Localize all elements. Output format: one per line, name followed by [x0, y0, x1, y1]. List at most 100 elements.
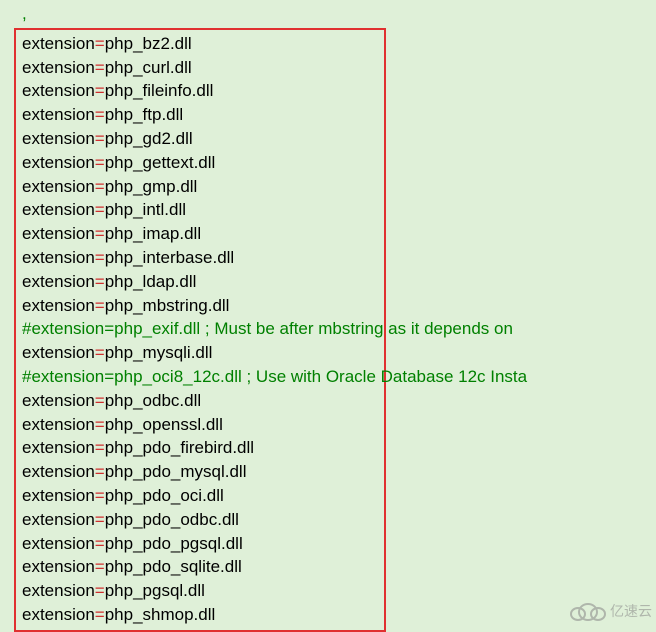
- config-extension-line: extension=php_odbc.dll: [22, 389, 378, 413]
- config-extension-line: extension=php_pgsql.dll: [22, 579, 378, 603]
- equals-sign: =: [95, 391, 105, 410]
- config-key: extension: [22, 58, 95, 77]
- watermark: 亿速云: [570, 601, 652, 623]
- equals-sign: =: [95, 510, 105, 529]
- config-extension-line: extension=php_gettext.dll: [22, 151, 378, 175]
- config-key: extension: [22, 34, 95, 53]
- config-value: php_pdo_mysql.dll: [105, 462, 247, 481]
- comment-text: #extension=php_exif.dll ; Must be after …: [22, 319, 513, 338]
- config-extension-line: extension=php_interbase.dll: [22, 246, 378, 270]
- config-key: extension: [22, 486, 95, 505]
- config-key: extension: [22, 438, 95, 457]
- equals-sign: =: [95, 462, 105, 481]
- config-extension-line: extension=php_pdo_mysql.dll: [22, 460, 378, 484]
- config-value: php_pdo_sqlite.dll: [105, 557, 242, 576]
- config-value: php_shmop.dll: [105, 605, 216, 624]
- config-extension-line: extension=php_bz2.dll: [22, 32, 378, 56]
- config-extension-line: extension=php_pdo_odbc.dll: [22, 508, 378, 532]
- config-value: php_imap.dll: [105, 224, 201, 243]
- config-value: php_intl.dll: [105, 200, 186, 219]
- config-value: php_odbc.dll: [105, 391, 201, 410]
- config-key: extension: [22, 343, 95, 362]
- config-extension-line: extension=php_pdo_pgsql.dll: [22, 532, 378, 556]
- config-value: php_pdo_odbc.dll: [105, 510, 239, 529]
- config-key: extension: [22, 81, 95, 100]
- equals-sign: =: [95, 224, 105, 243]
- equals-sign: =: [95, 486, 105, 505]
- config-value: php_ldap.dll: [105, 272, 197, 291]
- config-key: extension: [22, 462, 95, 481]
- config-key: extension: [22, 581, 95, 600]
- config-value: php_mbstring.dll: [105, 296, 230, 315]
- config-value: php_mysqli.dll: [105, 343, 213, 362]
- equals-sign: =: [95, 58, 105, 77]
- config-extension-line: extension=php_intl.dll: [22, 198, 378, 222]
- equals-sign: =: [95, 605, 105, 624]
- equals-sign: =: [95, 34, 105, 53]
- config-extension-line: extension=php_pdo_firebird.dll: [22, 436, 378, 460]
- config-comment-line: #extension=php_exif.dll ; Must be after …: [22, 317, 378, 341]
- equals-sign: =: [95, 177, 105, 196]
- config-value: php_gd2.dll: [105, 129, 193, 148]
- config-value: php_bz2.dll: [105, 34, 192, 53]
- config-key: extension: [22, 272, 95, 291]
- equals-sign: =: [95, 129, 105, 148]
- config-value: php_curl.dll: [105, 58, 192, 77]
- config-extension-line: extension=php_curl.dll: [22, 56, 378, 80]
- config-key: extension: [22, 224, 95, 243]
- equals-sign: =: [95, 581, 105, 600]
- config-key: extension: [22, 105, 95, 124]
- config-key: extension: [22, 200, 95, 219]
- equals-sign: =: [95, 296, 105, 315]
- config-extension-line: extension=php_shmop.dll: [22, 603, 378, 627]
- config-comment-line: #extension=php_oci8_12c.dll ; Use with O…: [22, 365, 378, 389]
- config-value: php_fileinfo.dll: [105, 81, 214, 100]
- config-value: php_pdo_oci.dll: [105, 486, 224, 505]
- config-value: php_ftp.dll: [105, 105, 183, 124]
- config-extension-line: extension=php_pdo_oci.dll: [22, 484, 378, 508]
- config-extension-line: extension=php_gmp.dll: [22, 175, 378, 199]
- equals-sign: =: [95, 343, 105, 362]
- config-extension-line: extension=php_imap.dll: [22, 222, 378, 246]
- watermark-text: 亿速云: [610, 602, 652, 622]
- config-key: extension: [22, 248, 95, 267]
- config-key: extension: [22, 605, 95, 624]
- equals-sign: =: [95, 534, 105, 553]
- config-extension-line: extension=php_gd2.dll: [22, 127, 378, 151]
- config-extension-line: extension=php_mbstring.dll: [22, 294, 378, 318]
- config-extension-line: extension=php_openssl.dll: [22, 413, 378, 437]
- config-extension-line: extension=php_fileinfo.dll: [22, 79, 378, 103]
- config-value: php_gmp.dll: [105, 177, 198, 196]
- equals-sign: =: [95, 557, 105, 576]
- config-key: extension: [22, 534, 95, 553]
- equals-sign: =: [95, 153, 105, 172]
- config-key: extension: [22, 510, 95, 529]
- equals-sign: =: [95, 272, 105, 291]
- config-key: extension: [22, 415, 95, 434]
- equals-sign: =: [95, 200, 105, 219]
- config-key: extension: [22, 391, 95, 410]
- config-key: extension: [22, 153, 95, 172]
- config-key: extension: [22, 296, 95, 315]
- config-extension-line: extension=php_ldap.dll: [22, 270, 378, 294]
- config-extension-line: extension=php_mysqli.dll: [22, 341, 378, 365]
- config-key: extension: [22, 177, 95, 196]
- config-value: php_pdo_pgsql.dll: [105, 534, 243, 553]
- equals-sign: =: [95, 105, 105, 124]
- config-key: extension: [22, 129, 95, 148]
- config-value: php_interbase.dll: [105, 248, 234, 267]
- equals-sign: =: [95, 438, 105, 457]
- equals-sign: =: [95, 81, 105, 100]
- config-value: php_gettext.dll: [105, 153, 216, 172]
- config-value: php_pdo_firebird.dll: [105, 438, 254, 457]
- config-value: php_openssl.dll: [105, 415, 223, 434]
- comment-text: #extension=php_oci8_12c.dll ; Use with O…: [22, 367, 527, 386]
- config-extension-line: extension=php_ftp.dll: [22, 103, 378, 127]
- config-value: php_pgsql.dll: [105, 581, 205, 600]
- equals-sign: =: [95, 415, 105, 434]
- config-highlight-box: extension=php_bz2.dllextension=php_curl.…: [14, 28, 386, 632]
- equals-sign: =: [95, 248, 105, 267]
- config-key: extension: [22, 557, 95, 576]
- top-stray-char: ,: [0, 0, 656, 26]
- cloud-icon: [570, 601, 606, 623]
